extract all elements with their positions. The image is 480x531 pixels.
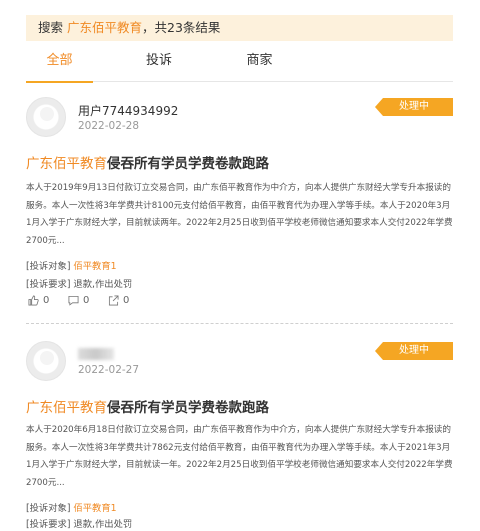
complaint-object: [投诉对象] 佰平教育1 (26, 258, 117, 272)
complaint-demand-value: 退款,作出处罚 (73, 279, 133, 290)
comment-count: 0 (83, 295, 90, 306)
user-name-redacted[interactable] (78, 348, 114, 360)
complaint-demand: [投诉要求] 退款,作出处罚 (26, 516, 132, 530)
tab-all[interactable]: 全部 (26, 46, 93, 83)
complaint-card[interactable]: 2022-02-27 处理中 广东佰平教育侵吞所有学员学费卷款跑路 本人于202… (26, 336, 453, 531)
share-count: 0 (123, 295, 130, 306)
post-title[interactable]: 广东佰平教育侵吞所有学员学费卷款跑路 (26, 152, 269, 172)
complaint-demand-label: [投诉要求] (26, 519, 71, 530)
search-result-banner: 搜索 广东佰平教育，共23条结果 (26, 15, 453, 41)
comment-icon (68, 295, 79, 306)
complaint-demand-label: [投诉要求] (26, 279, 71, 290)
post-title-merchant: 广东佰平教育 (26, 156, 107, 172)
complaint-demand: [投诉要求] 退款,作出处罚 (26, 276, 132, 290)
post-title-text: 侵吞所有学员学费卷款跑路 (107, 156, 269, 172)
search-count: ，共23条结果 (142, 20, 221, 35)
user-name[interactable]: 用户7744934992 (78, 102, 178, 119)
complaint-demand-value: 退款,作出处罚 (73, 519, 133, 530)
tab-complaint[interactable]: 投诉 (126, 46, 192, 82)
search-keyword[interactable]: 广东佰平教育 (67, 20, 142, 35)
status-badge: 处理中 (375, 98, 453, 116)
search-prefix: 搜索 (38, 20, 67, 35)
filter-tabs: 全部 投诉 商家 (26, 46, 453, 83)
post-date: 2022-02-28 (78, 120, 140, 132)
comment-button[interactable]: 0 (68, 295, 89, 306)
avatar (26, 341, 66, 381)
like-button[interactable]: 0 (28, 295, 49, 306)
complaint-card[interactable]: 用户7744934992 2022-02-28 处理中 广东佰平教育侵吞所有学员… (26, 92, 453, 324)
complaint-object: [投诉对象] 佰平教育1 (26, 500, 117, 514)
thumbs-up-icon (28, 295, 39, 306)
complaint-object-link[interactable]: 佰平教育1 (73, 503, 116, 514)
post-title[interactable]: 广东佰平教育侵吞所有学员学费卷款跑路 (26, 396, 269, 416)
like-count: 0 (43, 295, 50, 306)
post-title-text: 侵吞所有学员学费卷款跑路 (107, 400, 269, 416)
share-button[interactable]: 0 (108, 295, 129, 306)
complaint-object-link[interactable]: 佰平教育1 (73, 261, 116, 272)
complaint-object-label: [投诉对象] (26, 503, 71, 514)
post-date: 2022-02-27 (78, 364, 140, 376)
avatar (26, 97, 66, 137)
tab-merchant[interactable]: 商家 (226, 46, 293, 82)
status-badge: 处理中 (375, 342, 453, 360)
share-icon (108, 295, 119, 306)
post-body: 本人于2019年9月13日付款订立交易合同，由广东佰平教育作为中介方，向本人提供… (26, 183, 453, 246)
post-title-merchant: 广东佰平教育 (26, 400, 107, 416)
complaint-object-label: [投诉对象] (26, 261, 71, 272)
post-body: 本人于2020年6月18日付款订立交易合同，由广东佰平教育作为中介方，向本人提供… (26, 425, 453, 488)
